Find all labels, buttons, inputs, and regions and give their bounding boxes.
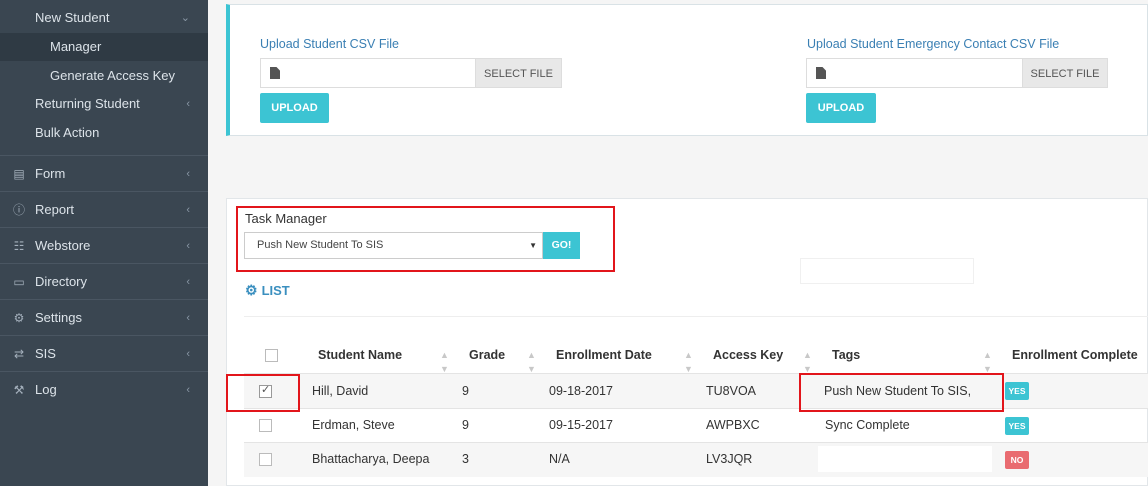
sort-icon[interactable]: ▲ ▼	[527, 348, 536, 376]
access-key-cell: AWPBXC	[706, 418, 760, 432]
sidebar-item-directory[interactable]: ▭ Directory ‹	[0, 263, 208, 299]
row-checkbox[interactable]	[259, 453, 272, 466]
go-button[interactable]: GO!	[543, 232, 580, 259]
chevron-left-icon: ‹	[186, 98, 190, 110]
sidebar-item-label: Generate Access Key	[50, 68, 176, 83]
list-heading: ⚙ LIST	[245, 282, 290, 299]
sidebar-item-report[interactable]: ⓘ Report ‹	[0, 191, 208, 227]
sidebar-item-webstore[interactable]: ☷ Webstore ‹	[0, 227, 208, 263]
exchange-icon: ⇄	[13, 347, 25, 361]
enrollment-date-cell: 09-15-2017	[549, 418, 613, 432]
sidebar-item-label: New Student	[35, 10, 110, 25]
sidebar-item-new-student[interactable]: New Student ⌄	[0, 4, 208, 32]
sidebar-item-label: Manager	[50, 39, 102, 54]
sort-icon[interactable]: ▲ ▼	[440, 348, 449, 376]
grade-cell: 3	[462, 452, 469, 466]
column-header-access-key[interactable]: Access Key	[713, 348, 783, 362]
cart-icon: ☷	[13, 239, 25, 253]
wrench-icon: ⚒	[13, 383, 25, 397]
student-csv-upload-button[interactable]: UPLOAD	[260, 93, 329, 123]
task-manager-label: Task Manager	[245, 211, 327, 226]
chevron-left-icon: ‹	[186, 240, 190, 252]
sidebar-item-label: SIS	[35, 346, 56, 361]
sidebar-item-label: Log	[35, 382, 57, 397]
sidebar: New Student ⌄ Manager Generate Access Ke…	[0, 0, 208, 486]
chevron-left-icon: ‹	[186, 168, 190, 180]
chevron-left-icon: ‹	[186, 276, 190, 288]
sidebar-item-label: Settings	[35, 310, 82, 325]
sidebar-item-label: Report	[35, 202, 75, 217]
column-header-tags[interactable]: Tags	[832, 348, 860, 362]
column-header-grade[interactable]: Grade	[469, 348, 505, 362]
student-name-cell: Hill, David	[312, 384, 369, 398]
enrollment-date-cell: 09-18-2017	[549, 384, 613, 398]
sidebar-item-generate-access-key[interactable]: Generate Access Key	[0, 62, 208, 90]
sidebar-item-log[interactable]: ⚒ Log ‹	[0, 371, 208, 407]
row-checkbox[interactable]	[259, 419, 272, 432]
upload-emergency-csv-label: Upload Student Emergency Contact CSV Fil…	[807, 37, 1060, 51]
sidebar-item-label: Returning Student	[35, 96, 140, 111]
sidebar-item-settings[interactable]: ⚙ Settings ‹	[0, 299, 208, 335]
chevron-left-icon: ‹	[186, 204, 190, 216]
sidebar-item-label: Bulk Action	[35, 125, 100, 140]
sidebar-item-form[interactable]: ▤ Form ‹	[0, 155, 208, 191]
column-header-enrollment-complete[interactable]: Enrollment Complete	[1012, 348, 1138, 362]
file-icon: ▤	[13, 167, 25, 181]
column-header-enrollment-date[interactable]: Enrollment Date	[556, 348, 652, 362]
tags-cell	[818, 446, 992, 472]
info-icon: ⓘ	[12, 203, 25, 217]
access-key-cell: LV3JQR	[706, 452, 753, 466]
dropdown-caret-icon: ▼	[529, 241, 537, 250]
enrollment-date-cell: N/A	[549, 452, 570, 466]
gear-icon: ⚙	[13, 311, 25, 325]
file-icon	[270, 67, 280, 79]
task-manager-selected-value: Push New Student To SIS	[257, 239, 384, 251]
blank-field	[800, 258, 974, 284]
emergency-csv-upload-button[interactable]: UPLOAD	[806, 93, 876, 123]
sidebar-item-manager[interactable]: Manager	[0, 33, 208, 61]
grade-cell: 9	[462, 384, 469, 398]
chevron-down-icon: ⌄	[180, 12, 190, 24]
sidebar-item-label: Webstore	[35, 238, 91, 253]
student-csv-file-input[interactable]	[260, 58, 476, 88]
select-all-checkbox[interactable]	[265, 349, 278, 362]
sort-icon[interactable]: ▲ ▼	[684, 348, 693, 376]
sidebar-item-bulk-action[interactable]: Bulk Action	[0, 119, 208, 147]
emergency-csv-select-file-button[interactable]: SELECT FILE	[1022, 58, 1108, 88]
folder-icon: ▭	[13, 275, 25, 289]
grade-cell: 9	[462, 418, 469, 432]
column-header-student-name[interactable]: Student Name	[318, 348, 402, 362]
access-key-cell: TU8VOA	[706, 384, 757, 398]
status-badge: YES	[1005, 417, 1029, 435]
sort-icon[interactable]: ▲ ▼	[983, 348, 992, 376]
tags-cell: Push New Student To SIS,	[824, 384, 972, 398]
sidebar-item-label: Form	[35, 166, 66, 181]
sidebar-item-returning-student[interactable]: Returning Student ‹	[0, 90, 208, 118]
gear-icon: ⚙	[245, 282, 258, 298]
student-csv-select-file-button[interactable]: SELECT FILE	[475, 58, 562, 88]
chevron-left-icon: ‹	[186, 312, 190, 324]
divider	[244, 316, 1148, 317]
status-badge: NO	[1005, 451, 1029, 469]
sort-icon[interactable]: ▲ ▼	[803, 348, 812, 376]
status-badge: YES	[1005, 382, 1029, 400]
tags-cell: Sync Complete	[825, 418, 910, 432]
emergency-csv-file-input[interactable]	[806, 58, 1023, 88]
student-name-cell: Erdman, Steve	[312, 418, 395, 432]
task-manager-select[interactable]: Push New Student To SIS ▼	[244, 232, 543, 259]
upload-student-csv-label: Upload Student CSV File	[260, 37, 399, 51]
list-heading-label: LIST	[261, 283, 290, 298]
file-icon	[816, 67, 826, 79]
sidebar-item-label: Directory	[35, 274, 88, 289]
sidebar-item-sis[interactable]: ⇄ SIS ‹	[0, 335, 208, 371]
chevron-left-icon: ‹	[186, 348, 190, 360]
student-name-cell: Bhattacharya, Deepa	[312, 452, 430, 466]
chevron-left-icon: ‹	[186, 384, 190, 396]
row-checkbox[interactable]	[259, 383, 272, 398]
